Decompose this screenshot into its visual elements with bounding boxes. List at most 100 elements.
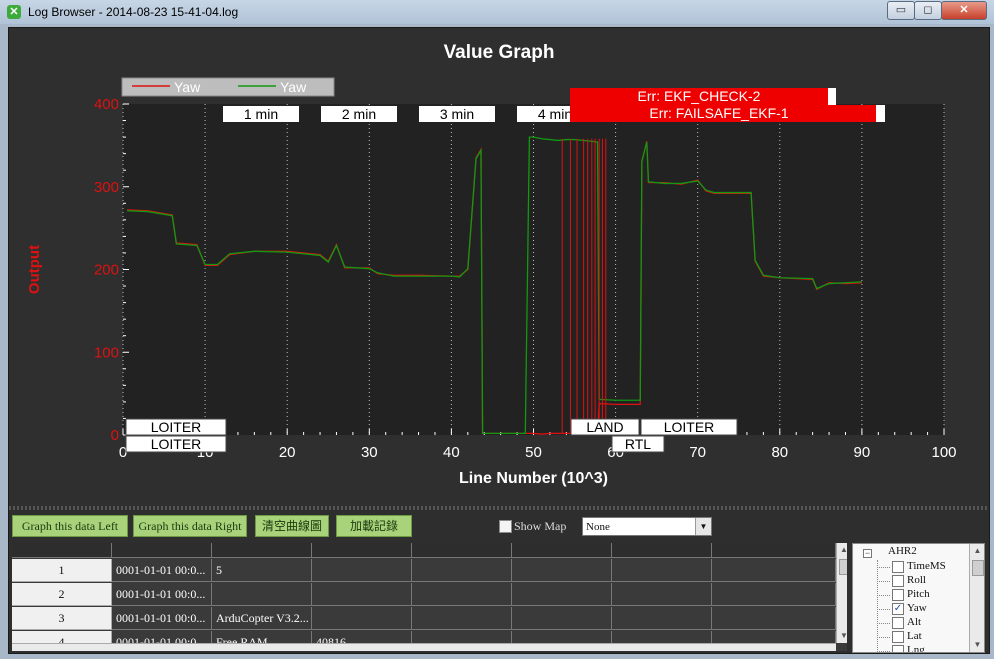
field-tree[interactable]: − AHR2 TimeMS Roll Pitch ✓ Yaw Alt Lat L… <box>852 543 985 653</box>
tree-item-label: Pitch <box>907 588 930 600</box>
legend-label: Yaw <box>280 79 307 95</box>
data-cell[interactable] <box>712 583 836 606</box>
header-cell[interactable] <box>212 543 312 558</box>
close-button[interactable]: ✕ <box>941 1 987 20</box>
tree-item-checkbox[interactable] <box>892 561 904 573</box>
tree-item-timems[interactable]: TimeMS <box>877 560 967 574</box>
tree-item-checkbox[interactable] <box>892 645 904 652</box>
data-cell[interactable]: 5 <box>212 559 312 582</box>
row-number: 1 <box>12 559 112 582</box>
row-number: 3 <box>12 607 112 630</box>
chevron-down-icon[interactable]: ▼ <box>695 518 711 535</box>
y-axis-label: Output <box>26 245 43 294</box>
header-cell[interactable] <box>312 543 412 558</box>
data-cell[interactable] <box>412 583 512 606</box>
map-select[interactable]: None ▼ <box>582 517 712 536</box>
tree-connector <box>877 609 890 610</box>
panel-splitter[interactable] <box>9 506 989 510</box>
maximize-button[interactable]: ◻ <box>914 1 942 20</box>
data-cell[interactable] <box>212 583 312 606</box>
clear-graph-button[interactable]: 清空曲線圖 <box>255 515 329 537</box>
error-box-tail <box>828 88 836 105</box>
mode-marker: LOITER <box>151 436 202 452</box>
window-title: Log Browser - 2014-08-23 15-41-04.log <box>28 5 239 19</box>
tree-item-lat[interactable]: Lat <box>877 630 967 644</box>
tree-item-checkbox[interactable] <box>892 631 904 643</box>
tree-item-roll[interactable]: Roll <box>877 574 967 588</box>
time-cell[interactable]: 0001-01-01 00:0... <box>112 559 212 582</box>
mode-marker: LOITER <box>664 419 715 435</box>
graph-left-button[interactable]: Graph this data Left <box>12 515 128 537</box>
tree-item-alt[interactable]: Alt <box>877 616 967 630</box>
header-cell[interactable] <box>712 543 836 558</box>
header-cell[interactable] <box>412 543 512 558</box>
time-marker: 1 min <box>244 106 278 122</box>
x-tick-label: 70 <box>689 444 706 461</box>
scroll-up-icon[interactable]: ▲ <box>837 543 847 557</box>
header-cell[interactable] <box>12 543 112 558</box>
x-tick-label: 90 <box>854 444 871 461</box>
graph-right-button[interactable]: Graph this data Right <box>133 515 247 537</box>
time-marker: 3 min <box>440 106 474 122</box>
tree-item-lng[interactable]: Lng <box>877 644 967 652</box>
error-annotation: Err: EKF_CHECK-2 <box>638 88 761 104</box>
grid-horizontal-scrollbar[interactable] <box>12 643 836 651</box>
data-cell[interactable] <box>612 559 712 582</box>
data-cell[interactable] <box>512 607 612 630</box>
tree-item-checkbox[interactable] <box>892 589 904 601</box>
mode-marker: RTL <box>625 436 651 452</box>
scroll-down-icon[interactable]: ▼ <box>970 638 984 652</box>
data-cell[interactable] <box>612 583 712 606</box>
tree-vertical-scrollbar[interactable]: ▲ ▼ <box>969 544 984 652</box>
scroll-thumb[interactable] <box>972 560 984 576</box>
title-bar: ✕ Log Browser - 2014-08-23 15-41-04.log … <box>0 0 994 24</box>
scroll-down-icon[interactable]: ▼ <box>837 629 847 643</box>
data-cell[interactable] <box>312 607 412 630</box>
y-tick-label: 300 <box>94 179 119 196</box>
tree-item-checkbox-checked[interactable]: ✓ <box>892 603 904 615</box>
x-tick-label: 30 <box>361 444 378 461</box>
x-tick-label: 100 <box>931 444 956 461</box>
grid-vertical-scrollbar[interactable]: ▲ ▼ <box>836 543 847 643</box>
data-cell[interactable] <box>612 607 712 630</box>
data-cell[interactable] <box>512 583 612 606</box>
tree-root-label[interactable]: AHR2 <box>888 545 917 557</box>
load-log-button[interactable]: 加載記錄 <box>336 515 412 537</box>
show-map-checkbox[interactable] <box>499 520 512 533</box>
header-cell[interactable] <box>112 543 212 558</box>
data-cell[interactable] <box>712 607 836 630</box>
error-box-tail <box>876 105 885 122</box>
time-cell[interactable]: 0001-01-01 00:0... <box>112 607 212 630</box>
data-cell[interactable] <box>312 559 412 582</box>
y-tick-label: 100 <box>94 344 119 361</box>
legend-label: Yaw <box>174 79 201 95</box>
tree-connector <box>877 623 890 624</box>
time-cell[interactable]: 0001-01-01 00:0... <box>112 583 212 606</box>
data-cell[interactable]: ArduCopter V3.2... <box>212 607 312 630</box>
tree-item-pitch[interactable]: Pitch <box>877 588 967 602</box>
tree-connector <box>877 595 890 596</box>
time-marker: 2 min <box>342 106 376 122</box>
show-map-label: Show Map <box>514 519 567 533</box>
log-browser-panel: 01020304050607080901000100200300400Line … <box>8 27 990 654</box>
graph-canvas[interactable]: 01020304050607080901000100200300400Line … <box>9 28 989 506</box>
collapse-icon[interactable]: − <box>863 549 872 558</box>
value-graph[interactable]: 01020304050607080901000100200300400Line … <box>9 28 989 506</box>
data-cell[interactable] <box>712 559 836 582</box>
header-cell[interactable] <box>512 543 612 558</box>
scroll-up-icon[interactable]: ▲ <box>970 544 984 558</box>
x-tick-label: 50 <box>525 444 542 461</box>
tree-item-checkbox[interactable] <box>892 617 904 629</box>
tree-item-checkbox[interactable] <box>892 575 904 587</box>
data-cell[interactable] <box>312 583 412 606</box>
log-data-grid[interactable]: 1 0001-01-01 00:0... 5 2 0001-01-01 00:0… <box>12 543 847 651</box>
data-cell[interactable] <box>512 559 612 582</box>
tree-item-label: Roll <box>907 574 926 586</box>
scroll-thumb[interactable] <box>839 559 847 575</box>
header-cell[interactable] <box>612 543 712 558</box>
data-cell[interactable] <box>412 607 512 630</box>
tree-connector <box>877 581 890 582</box>
tree-item-yaw[interactable]: ✓ Yaw <box>877 602 967 616</box>
minimize-button[interactable]: ▭ <box>887 1 915 20</box>
data-cell[interactable] <box>412 559 512 582</box>
